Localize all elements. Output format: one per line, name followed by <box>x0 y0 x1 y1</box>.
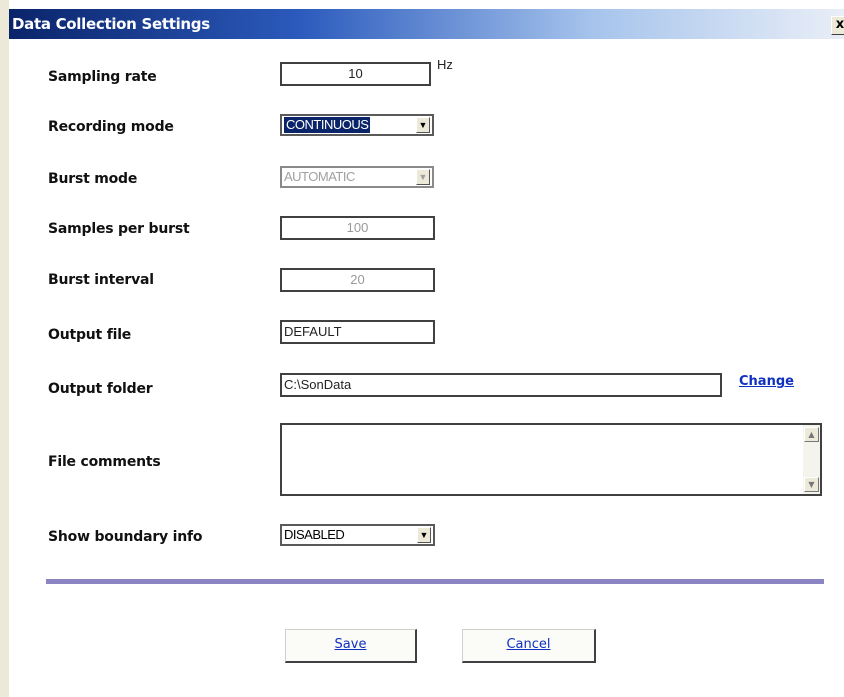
sampling-rate-input[interactable]: 10 <box>280 62 431 86</box>
output-folder-input[interactable]: C:\SonData <box>280 373 722 397</box>
window-edge <box>0 0 9 697</box>
file-comments-textarea[interactable]: ▲ ▼ <box>280 423 822 496</box>
arrow-up-icon[interactable]: ▲ <box>804 427 819 442</box>
title-bar: Data Collection Settings x <box>9 9 844 39</box>
vertical-scrollbar[interactable]: ▲ ▼ <box>803 425 820 494</box>
burst-mode-value: AUTOMATIC <box>284 169 355 184</box>
output-file-label: Output file <box>48 327 132 343</box>
burst-mode-label: Burst mode <box>48 171 138 187</box>
divider <box>46 579 824 584</box>
samples-per-burst-label: Samples per burst <box>48 221 190 237</box>
chevron-down-icon[interactable]: ▼ <box>416 117 430 133</box>
burst-mode-select[interactable]: AUTOMATIC ▼ <box>280 166 434 188</box>
file-comments-label: File comments <box>48 454 161 470</box>
close-icon[interactable]: x <box>831 16 844 35</box>
sampling-rate-unit: Hz <box>437 57 453 72</box>
recording-mode-value: CONTINUOUS <box>284 117 371 133</box>
chevron-down-icon[interactable]: ▼ <box>417 527 431 543</box>
show-boundary-info-label: Show boundary info <box>48 529 203 545</box>
show-boundary-info-select[interactable]: DISABLED ▼ <box>280 524 435 546</box>
change-folder-link[interactable]: Change <box>739 374 794 389</box>
output-folder-label: Output folder <box>48 381 153 397</box>
show-boundary-info-value: DISABLED <box>284 527 345 542</box>
output-file-input[interactable]: DEFAULT <box>280 320 435 344</box>
sampling-rate-label: Sampling rate <box>48 69 157 85</box>
arrow-down-icon[interactable]: ▼ <box>804 477 819 492</box>
window-title: Data Collection Settings <box>12 15 210 33</box>
save-button[interactable]: Save <box>285 629 417 663</box>
samples-per-burst-input[interactable]: 100 <box>280 216 435 240</box>
recording-mode-label: Recording mode <box>48 119 174 135</box>
chevron-down-icon[interactable]: ▼ <box>416 169 430 185</box>
burst-interval-input[interactable]: 20 <box>280 268 435 292</box>
cancel-button[interactable]: Cancel <box>462 629 596 663</box>
burst-interval-label: Burst interval <box>48 272 154 288</box>
recording-mode-select[interactable]: CONTINUOUS ▼ <box>280 114 434 136</box>
